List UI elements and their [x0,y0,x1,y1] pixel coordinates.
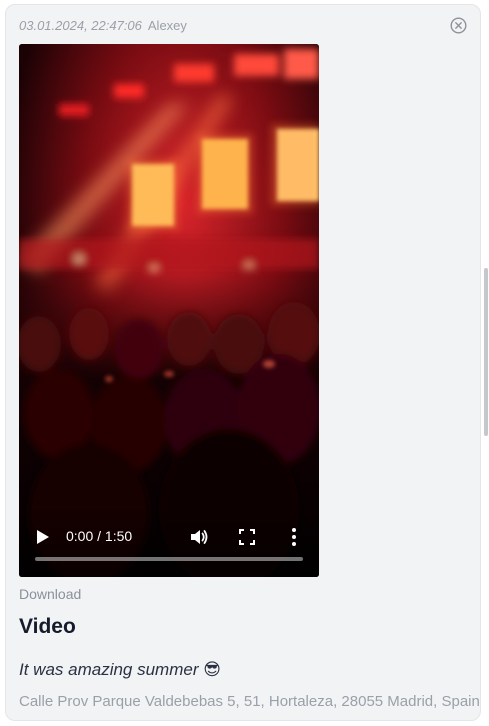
message-card: 03.01.2024, 22:47:06 Alexey 0:00 / 1:50 … [5,4,481,721]
volume-icon[interactable] [189,527,209,547]
download-link[interactable]: Download [19,586,81,602]
video-frame [19,44,319,577]
scrollbar-thumb[interactable] [484,268,488,436]
video-controls: 0:00 / 1:50 [19,507,319,577]
play-icon[interactable] [36,529,50,545]
message-meta: 03.01.2024, 22:47:06 Alexey [19,18,187,33]
video-time: 0:00 / 1:50 [66,528,133,544]
message-author: Alexey [147,18,187,33]
video-player[interactable]: 0:00 / 1:50 [19,44,319,577]
fullscreen-icon[interactable] [238,528,256,546]
message-address: Calle Prov Parque Valdebebas 5, 51, Hort… [19,693,480,710]
message-timestamp: 03.01.2024, 22:47:06 [19,18,142,33]
more-vertical-icon[interactable] [287,527,301,547]
video-progress-bar[interactable] [35,557,303,561]
close-circle-icon[interactable] [450,17,467,34]
message-title: Video [19,615,76,638]
message-caption: It was amazing summer 😎 [19,660,221,679]
